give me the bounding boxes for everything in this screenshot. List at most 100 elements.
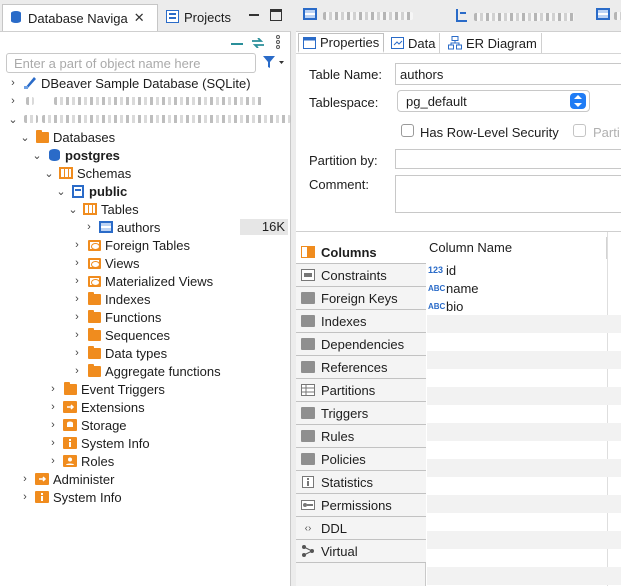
tab-partitions[interactable]: Partitions [296, 379, 426, 402]
editor-tab-2[interactable] [456, 8, 574, 25]
chevron-right-icon[interactable]: › [72, 365, 82, 377]
tree-item-indexes[interactable]: › Indexes [0, 290, 291, 308]
filter-icon[interactable] [262, 55, 284, 72]
chevron-right-icon[interactable]: › [72, 275, 82, 287]
tab-foreign-keys[interactable]: Foreign Keys [296, 287, 426, 310]
folder-icon [300, 361, 316, 374]
column-name-header[interactable]: Column Name [427, 237, 607, 259]
tree-item-extensions[interactable]: › Extensions [0, 398, 291, 416]
view-menu-icon[interactable] [275, 34, 281, 53]
chevron-right-icon[interactable]: › [48, 437, 58, 449]
tab-virtual[interactable]: Virtual [296, 540, 426, 563]
tab-database-navigator[interactable]: Database Naviga ✕ [2, 4, 158, 31]
tab-dependencies[interactable]: Dependencies [296, 333, 426, 356]
tab-properties[interactable]: Properties [298, 33, 385, 53]
tab-columns[interactable]: Columns [296, 241, 426, 264]
comment-field[interactable] [395, 175, 621, 213]
chevron-right-icon[interactable]: › [8, 77, 18, 89]
partition-by-field[interactable] [395, 149, 621, 169]
chevron-right-icon[interactable]: › [72, 239, 82, 251]
collapse-all-icon[interactable] [231, 36, 243, 51]
tree-item-sequences[interactable]: › Sequences [0, 326, 291, 344]
table-row[interactable]: ABC bio [427, 297, 621, 315]
object-filter-input[interactable]: Enter a part of object name here [6, 53, 256, 73]
table-name-label: Table Name: [309, 67, 382, 82]
chevron-down-icon[interactable]: ⌄ [32, 149, 42, 162]
chevron-right-icon[interactable]: › [48, 401, 58, 413]
tree-item-tables[interactable]: ⌄ Tables [0, 200, 291, 218]
table-icon [98, 220, 114, 234]
chevron-right-icon[interactable]: › [72, 311, 82, 323]
tree-item-aggregate-functions[interactable]: › Aggregate functions [0, 362, 291, 380]
tree-item-sample-database[interactable]: › DBeaver Sample Database (SQLite) [0, 74, 291, 92]
tree-item-event-triggers[interactable]: › Event Triggers [0, 380, 291, 398]
virtual-icon [300, 545, 316, 558]
extensions-icon [62, 400, 78, 414]
tree-item-administer[interactable]: › Administer [0, 470, 291, 488]
tree-item-storage[interactable]: › Storage [0, 416, 291, 434]
minimize-icon[interactable] [248, 9, 260, 21]
chevron-right-icon[interactable]: › [72, 329, 82, 341]
tab-data[interactable]: Data [387, 33, 441, 53]
tab-statistics[interactable]: Statistics [296, 471, 426, 494]
text-type-icon: ABC [428, 301, 446, 311]
tab-policies[interactable]: Policies [296, 448, 426, 471]
tree-item-foreign-tables[interactable]: › Foreign Tables [0, 236, 291, 254]
chevron-right-icon[interactable]: › [48, 419, 58, 431]
table-row[interactable]: ABC name [427, 279, 621, 297]
tree-item-databases[interactable]: ⌄ Databases [0, 128, 291, 146]
properties-icon [303, 36, 316, 49]
tab-permissions-label: Permissions [321, 497, 392, 513]
tab-permissions[interactable]: Permissions [296, 494, 426, 517]
table-row[interactable]: 123 id [427, 261, 621, 279]
chevron-right-icon[interactable]: › [72, 257, 82, 269]
constraints-icon [300, 269, 316, 282]
link-with-editor-icon[interactable] [251, 36, 265, 51]
tab-indexes[interactable]: Indexes [296, 310, 426, 333]
tree-item-postgres[interactable]: ⌄ postgres [0, 146, 291, 164]
tab-triggers[interactable]: Triggers [296, 402, 426, 425]
row-level-security-checkbox[interactable] [401, 124, 414, 137]
tree-item-system-info-db[interactable]: › System Info [0, 434, 291, 452]
maximize-icon[interactable] [270, 9, 282, 21]
chevron-right-icon[interactable]: › [84, 221, 94, 233]
tree-item-connection-2[interactable]: ⌄ [0, 110, 291, 128]
chevron-right-icon[interactable]: › [72, 347, 82, 359]
table-name-field[interactable]: authors [395, 63, 621, 85]
tablespace-select[interactable]: pg_default [397, 90, 590, 112]
tree-item-materialized-views[interactable]: › Materialized Views [0, 272, 291, 290]
tab-references[interactable]: References [296, 356, 426, 379]
tab-constraints[interactable]: Constraints [296, 264, 426, 287]
tree-item-authors[interactable]: › authors 16K [0, 218, 291, 236]
select-arrows-icon[interactable] [570, 93, 586, 109]
chevron-right-icon[interactable]: › [48, 383, 58, 395]
tree-item-roles[interactable]: › Roles [0, 452, 291, 470]
chevron-right-icon[interactable]: › [20, 491, 30, 503]
tree-item-views[interactable]: › Views [0, 254, 291, 272]
chevron-right-icon[interactable]: › [72, 293, 82, 305]
close-icon[interactable]: ✕ [134, 10, 145, 26]
editor-tab-3[interactable] [596, 8, 621, 23]
tab-er-diagram[interactable]: ER Diagram [444, 33, 542, 53]
chevron-down-icon[interactable]: ⌄ [68, 203, 78, 216]
tree-item-system-info[interactable]: › System Info [0, 488, 291, 506]
chevron-right-icon[interactable]: › [48, 455, 58, 467]
editor-tab-1[interactable] [303, 8, 413, 23]
tab-ddl[interactable]: ‹› DDL [296, 517, 426, 540]
chevron-down-icon[interactable]: ⌄ [44, 167, 54, 180]
tree-item-connection-1[interactable]: › [0, 92, 291, 110]
tree-item-schemas[interactable]: ⌄ Schemas [0, 164, 291, 182]
folder-icon [300, 453, 316, 466]
tab-projects[interactable]: Projects [160, 4, 260, 31]
chevron-down-icon[interactable]: ⌄ [8, 113, 18, 126]
chevron-right-icon[interactable]: › [20, 473, 30, 485]
tree-item-functions[interactable]: › Functions [0, 308, 291, 326]
chevron-down-icon[interactable]: ⌄ [20, 131, 30, 144]
tab-rules[interactable]: Rules [296, 425, 426, 448]
chevron-down-icon[interactable]: ⌄ [56, 185, 66, 198]
tree-item-data-types[interactable]: › Data types [0, 344, 291, 362]
tree-item-public[interactable]: ⌄ public [0, 182, 291, 200]
empty-row [427, 423, 621, 441]
chevron-right-icon[interactable]: › [8, 95, 18, 107]
partition-checkbox[interactable] [573, 124, 586, 137]
